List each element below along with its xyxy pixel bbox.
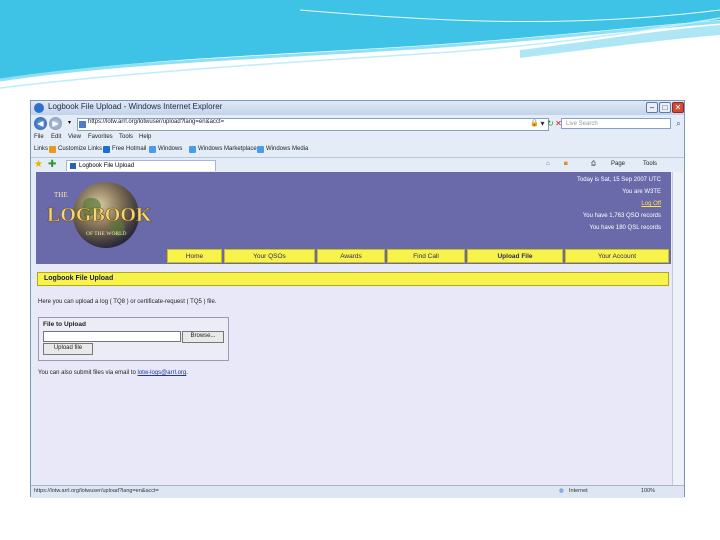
qso-count-line: You have 1,763 QSO records: [582, 213, 661, 219]
nav-your-account[interactable]: Your Account: [565, 249, 669, 263]
link-windows[interactable]: Windows: [158, 146, 182, 152]
slide-wave-decoration: [0, 0, 720, 89]
print-icon[interactable]: ⎙: [591, 161, 596, 168]
tools-menu[interactable]: Tools: [643, 161, 657, 167]
vertical-scrollbar[interactable]: [672, 172, 683, 485]
forward-button[interactable]: ▶: [49, 117, 62, 130]
nav-your-qsos[interactable]: Your QSOs: [224, 249, 315, 263]
main-nav: Home Your QSOs Awards Find Call Upload F…: [167, 249, 671, 263]
page-content: THE LOGBOOK OF THE WORLD Today is Sat, 1…: [36, 172, 671, 485]
logo-the-text: THE: [54, 191, 68, 199]
email-note: You can also submit files via email to l…: [38, 370, 188, 376]
intro-text: Here you can upload a log ( TQ8 ) or cer…: [38, 299, 217, 305]
menu-help[interactable]: Help: [139, 134, 151, 140]
add-favorites-icon[interactable]: ✚: [48, 159, 56, 171]
links-bar: Links Customize Links Free Hotmail Windo…: [31, 144, 684, 156]
logo-subtitle-text: OF THE WORLD: [86, 231, 126, 237]
favorites-star-icon[interactable]: ★: [34, 159, 43, 171]
nav-awards[interactable]: Awards: [317, 249, 385, 263]
link-windows-marketplace[interactable]: Windows Marketplace: [198, 146, 257, 152]
page-menu[interactable]: Page: [611, 161, 625, 167]
search-input[interactable]: Live Search: [561, 118, 671, 129]
back-button[interactable]: ◀: [34, 117, 47, 130]
file-path-input[interactable]: [43, 331, 181, 342]
lock-icon[interactable]: 🔒: [530, 119, 539, 128]
feeds-icon[interactable]: ◙: [564, 161, 568, 167]
menu-tools[interactable]: Tools: [119, 134, 133, 140]
logbook-of-the-world-logo: THE LOGBOOK OF THE WORLD: [47, 182, 152, 248]
logo-logbook-text: LOGBOOK: [47, 204, 152, 226]
section-title: Logbook File Upload: [44, 275, 114, 282]
upload-form: File to Upload Browse... Upload file: [38, 317, 229, 361]
minimize-button[interactable]: –: [646, 102, 658, 113]
browse-button[interactable]: Browse...: [182, 331, 224, 343]
logoff-link[interactable]: Log Off: [641, 201, 661, 207]
navigation-bar: ◀ ▶ ▾ https://lotw.arrl.org/lotwuser/upl…: [31, 115, 684, 133]
menu-bar: File Edit View Favorites Tools Help: [31, 133, 684, 143]
menu-view[interactable]: View: [68, 134, 81, 140]
maximize-button[interactable]: □: [659, 102, 671, 113]
link-free-hotmail[interactable]: Free Hotmail: [112, 146, 146, 152]
close-button[interactable]: ✕: [672, 102, 684, 113]
link-icon: [49, 146, 56, 153]
tab-bar: ★ ✚ Logbook File Upload ⌂ ◙ ⎙ Page Tools: [31, 157, 684, 172]
browser-window: Logbook File Upload - Windows Internet E…: [30, 100, 685, 498]
email-link[interactable]: lotw-logs@arrl.org: [138, 370, 187, 376]
date-line: Today is Sat, 15 Sep 2007 UTC: [576, 177, 661, 183]
page-icon: [79, 121, 86, 128]
upload-file-button[interactable]: Upload file: [43, 343, 93, 355]
section-title-bar: Logbook File Upload: [37, 272, 669, 286]
windows-media-icon: [257, 146, 264, 153]
recent-pages-dropdown-icon[interactable]: ▾: [65, 119, 74, 128]
title-bar: Logbook File Upload - Windows Internet E…: [31, 101, 684, 115]
links-label: Links: [34, 146, 49, 152]
file-to-upload-label: File to Upload: [43, 321, 86, 328]
internet-zone-icon: ◍: [559, 488, 564, 494]
tab-label: Logbook File Upload: [79, 163, 135, 169]
status-bar: https://lotw.arrl.org/lotwuser/upload?la…: [31, 485, 684, 498]
nav-home[interactable]: Home: [167, 249, 222, 263]
nav-upload-file[interactable]: Upload File: [467, 249, 563, 263]
user-line: You are W3TE: [622, 189, 661, 195]
windows-icon: [149, 146, 156, 153]
windows-marketplace-icon: [189, 146, 196, 153]
search-icon[interactable]: ⌕: [674, 119, 683, 128]
hotmail-icon: [103, 146, 110, 153]
tab-page-icon: [70, 163, 76, 169]
email-note-prefix: You can also submit files via email to: [38, 370, 136, 376]
tab-logbook-file-upload[interactable]: Logbook File Upload: [66, 160, 216, 171]
menu-edit[interactable]: Edit: [51, 134, 61, 140]
ie-logo-icon: [34, 103, 44, 113]
qsl-count-line: You have 180 QSL records: [589, 225, 661, 231]
window-title: Logbook File Upload - Windows Internet E…: [48, 102, 223, 111]
link-customize-links[interactable]: Customize Links: [58, 146, 102, 152]
status-url: https://lotw.arrl.org/lotwuser/upload?la…: [34, 488, 159, 494]
address-url: https://lotw.arrl.org/lotwuser/upload?la…: [88, 119, 225, 125]
zoom-level[interactable]: 100%: [641, 488, 655, 494]
link-windows-media[interactable]: Windows Media: [266, 146, 308, 152]
menu-file[interactable]: File: [34, 134, 44, 140]
nav-find-call[interactable]: Find Call: [387, 249, 465, 263]
menu-favorites[interactable]: Favorites: [88, 134, 113, 140]
status-zone: Internet: [569, 488, 588, 494]
home-icon[interactable]: ⌂: [546, 161, 550, 167]
email-note-suffix: .: [186, 370, 188, 376]
address-bar[interactable]: https://lotw.arrl.org/lotwuser/upload?la…: [77, 118, 549, 131]
